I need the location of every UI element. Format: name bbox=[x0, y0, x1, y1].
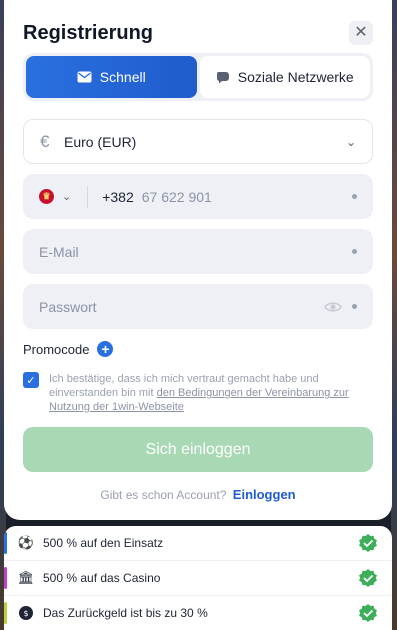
eye-icon[interactable] bbox=[324, 301, 342, 313]
required-dot bbox=[352, 304, 357, 309]
tab-social-label: Soziale Netzwerke bbox=[237, 69, 354, 85]
promocode-label: Promocode bbox=[23, 341, 90, 357]
login-link[interactable]: Einloggen bbox=[233, 487, 296, 502]
promocode-toggle[interactable]: Promocode + bbox=[23, 341, 114, 357]
montenegro-flag-icon[interactable]: ♛ bbox=[39, 189, 54, 204]
phone-field[interactable]: ♛ ⌄ +382 67 622 901 bbox=[23, 174, 373, 219]
required-dot bbox=[352, 194, 357, 199]
modal-title: Registrierung bbox=[23, 21, 154, 44]
tab-social-networks[interactable]: Soziale Netzwerke bbox=[199, 56, 370, 98]
envelope-icon bbox=[77, 71, 92, 83]
verified-check-icon bbox=[359, 604, 377, 622]
casino-icon: 🏛 bbox=[17, 570, 35, 585]
cashback-icon: $ bbox=[18, 605, 34, 621]
tab-quick-label: Schnell bbox=[99, 69, 146, 85]
soccer-ball-icon: ⚽ bbox=[17, 535, 35, 550]
required-dot bbox=[352, 249, 357, 254]
currency-select[interactable]: € Euro (EUR) ⌄ bbox=[23, 119, 373, 164]
bonus-item: ⚽ 500 % auf den Einsatz bbox=[4, 526, 392, 561]
verified-check-icon bbox=[359, 534, 377, 552]
login-prompt: Gibt es schon Account? Einloggen bbox=[4, 487, 392, 502]
euro-icon: € bbox=[40, 131, 50, 151]
email-input[interactable]: E-Mail bbox=[39, 244, 79, 260]
bonus-text: 500 % auf das Casino bbox=[43, 571, 161, 585]
registration-tabs: Schnell Soziale Netzwerke bbox=[23, 53, 373, 101]
password-input[interactable]: Passwort bbox=[39, 299, 97, 315]
plus-icon[interactable]: + bbox=[97, 341, 114, 357]
tab-quick[interactable]: Schnell bbox=[26, 56, 197, 98]
login-prompt-text: Gibt es schon Account? bbox=[100, 488, 227, 502]
bonus-text: Das Zurückgeld ist bis zu 30 % bbox=[43, 606, 208, 620]
close-icon: ✕ bbox=[354, 24, 368, 41]
accent-bar bbox=[4, 532, 7, 554]
bonus-text: 500 % auf den Einsatz bbox=[43, 536, 164, 550]
email-field[interactable]: E-Mail bbox=[23, 229, 373, 274]
phone-country-code: +382 bbox=[102, 188, 134, 205]
close-button[interactable]: ✕ bbox=[349, 21, 373, 45]
accent-bar bbox=[4, 567, 7, 589]
terms-consent: ✓ Ich bestätige, dass ich mich vertraut … bbox=[23, 372, 373, 414]
password-field[interactable]: Passwort bbox=[23, 284, 373, 329]
divider bbox=[87, 185, 89, 208]
bonus-item: $ Das Zurückgeld ist bis zu 30 % bbox=[4, 596, 392, 630]
chevron-down-icon: ⌄ bbox=[345, 134, 356, 149]
verified-check-icon bbox=[359, 569, 377, 587]
registration-modal: Registrierung ✕ Schnell Soziale Netzwerk… bbox=[4, 0, 392, 520]
chevron-down-icon[interactable]: ⌄ bbox=[62, 190, 71, 203]
svg-text:$: $ bbox=[23, 609, 28, 618]
bonus-item: 🏛 500 % auf das Casino bbox=[4, 561, 392, 596]
bonus-list: ⚽ 500 % auf den Einsatz 🏛 500 % auf das … bbox=[4, 526, 392, 630]
terms-checkbox[interactable]: ✓ bbox=[23, 372, 39, 388]
chat-bubble-icon bbox=[216, 71, 229, 83]
consent-text: Ich bestätige, dass ich mich vertraut ge… bbox=[49, 372, 373, 414]
accent-bar bbox=[4, 602, 7, 624]
submit-button[interactable]: Sich einloggen bbox=[23, 427, 373, 472]
phone-input[interactable]: 67 622 901 bbox=[142, 189, 212, 205]
currency-value: Euro (EUR) bbox=[64, 133, 137, 150]
modal-header: Registrierung ✕ bbox=[23, 18, 373, 48]
